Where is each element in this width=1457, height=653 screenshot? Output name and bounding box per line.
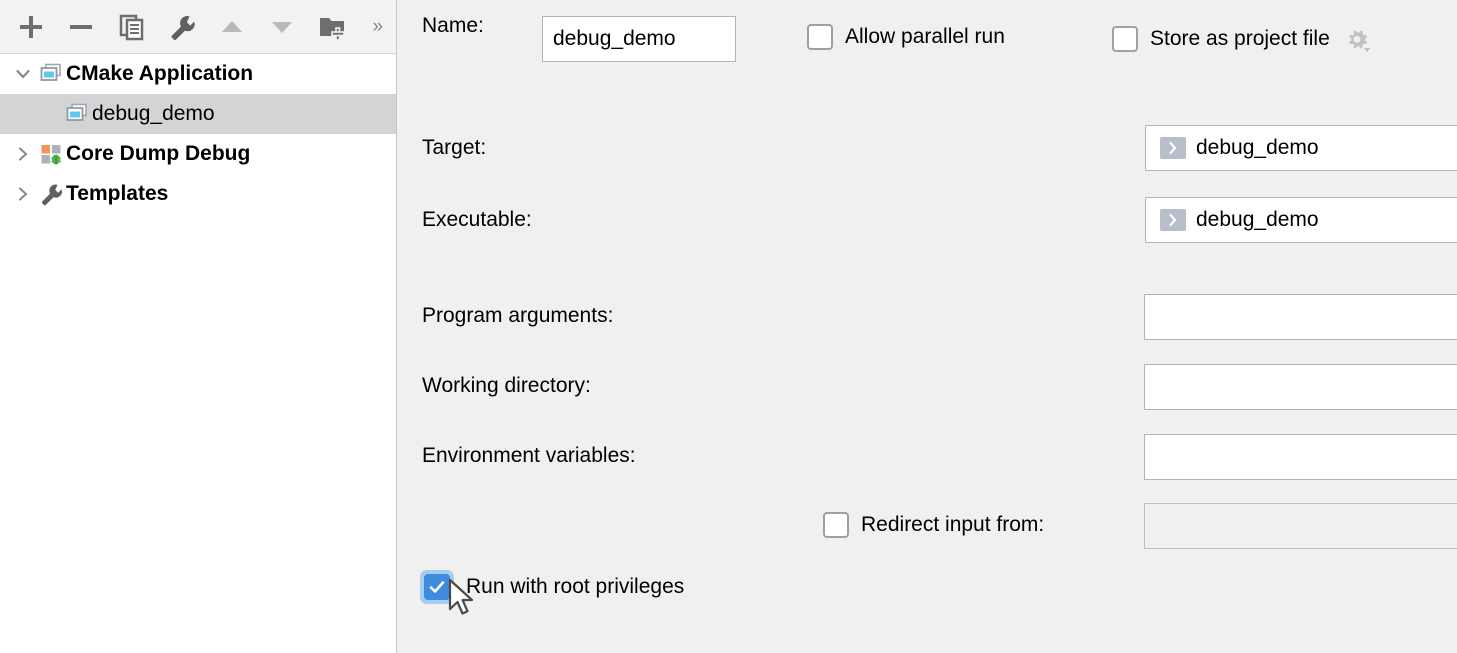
allow-parallel-run-checkbox[interactable]: Allow parallel run	[807, 24, 1005, 50]
allow-parallel-run-label: Allow parallel run	[845, 25, 1005, 49]
gear-dropdown-icon[interactable]	[1342, 24, 1372, 54]
add-button[interactable]	[6, 1, 56, 53]
tree-node-label: CMake Application	[66, 62, 253, 86]
executable-label: Executable:	[422, 208, 532, 232]
configurations-tree: CMake Application debug_demo	[0, 54, 396, 214]
tree-node-label: Core Dump Debug	[66, 142, 250, 166]
move-down-button[interactable]	[257, 1, 307, 53]
program-arguments-label: Program arguments:	[422, 304, 613, 328]
move-up-button[interactable]	[207, 1, 257, 53]
tree-node-label: Templates	[66, 182, 168, 206]
core-dump-debug-icon	[36, 134, 66, 174]
executable-combobox[interactable]: debug_demo	[1145, 197, 1457, 243]
move-into-folder-button[interactable]	[307, 1, 357, 53]
checkbox-box[interactable]	[823, 512, 849, 538]
wrench-icon	[36, 174, 66, 214]
working-directory-input[interactable]	[1144, 364, 1457, 410]
configuration-editor-panel: Name: debug_demo Allow parallel run Stor…	[397, 0, 1457, 653]
executable-icon	[1160, 137, 1186, 159]
cmake-application-icon	[36, 54, 66, 94]
target-row: Target:	[422, 136, 486, 160]
working-directory-row: Working directory:	[422, 374, 591, 398]
executable-row: Executable:	[422, 208, 532, 232]
tree-node-label: debug_demo	[92, 102, 215, 126]
checkbox-box[interactable]	[1112, 26, 1138, 52]
target-label: Target:	[422, 136, 486, 160]
redirect-input-from-checkbox[interactable]: Redirect input from:	[823, 512, 1044, 538]
tree-node-debug-demo[interactable]: debug_demo	[0, 94, 396, 134]
run-with-root-privileges-label: Run with root privileges	[466, 575, 684, 599]
remove-button[interactable]	[56, 1, 106, 53]
copy-button[interactable]	[106, 1, 156, 53]
cmake-application-icon	[62, 94, 92, 134]
toolbar-overflow-button[interactable]: »	[357, 1, 396, 53]
name-label: Name:	[422, 14, 484, 38]
chevron-right-icon[interactable]	[10, 174, 36, 214]
store-as-project-file-checkbox[interactable]: Store as project file	[1112, 24, 1372, 54]
target-value: debug_demo	[1186, 136, 1457, 160]
environment-variables-input[interactable]	[1144, 434, 1457, 480]
program-arguments-input[interactable]	[1144, 294, 1457, 340]
name-input-value: debug_demo	[553, 27, 725, 51]
executable-value: debug_demo	[1186, 208, 1457, 232]
run-with-root-privileges-checkbox[interactable]: Run with root privileges	[420, 570, 684, 604]
tree-node-core-dump-debug[interactable]: Core Dump Debug	[0, 134, 396, 174]
tree-node-templates[interactable]: Templates	[0, 174, 396, 214]
redirect-input-from-label: Redirect input from:	[861, 513, 1044, 537]
run-debug-configurations-dialog: » CMake Application	[0, 0, 1457, 653]
program-arguments-row: Program arguments:	[422, 304, 613, 328]
executable-icon	[1160, 209, 1186, 231]
edit-templates-button[interactable]	[157, 1, 207, 53]
checkbox-focus-ring	[420, 570, 454, 604]
tree-node-cmake-application[interactable]: CMake Application	[0, 54, 396, 94]
name-input[interactable]: debug_demo	[542, 16, 736, 62]
configurations-toolbar: »	[0, 0, 396, 54]
name-row: Name:	[422, 14, 484, 38]
checkbox-box[interactable]	[424, 574, 450, 600]
redirect-input-from-input[interactable]	[1144, 503, 1457, 549]
working-directory-label: Working directory:	[422, 374, 591, 398]
configurations-panel: » CMake Application	[0, 0, 397, 653]
store-as-project-file-label: Store as project file	[1150, 27, 1330, 51]
environment-variables-label: Environment variables:	[422, 444, 636, 468]
environment-variables-row: Environment variables:	[422, 444, 636, 468]
target-combobox[interactable]: debug_demo	[1145, 125, 1457, 171]
chevron-right-icon[interactable]	[10, 134, 36, 174]
chevron-down-icon[interactable]	[10, 54, 36, 94]
checkbox-box[interactable]	[807, 24, 833, 50]
